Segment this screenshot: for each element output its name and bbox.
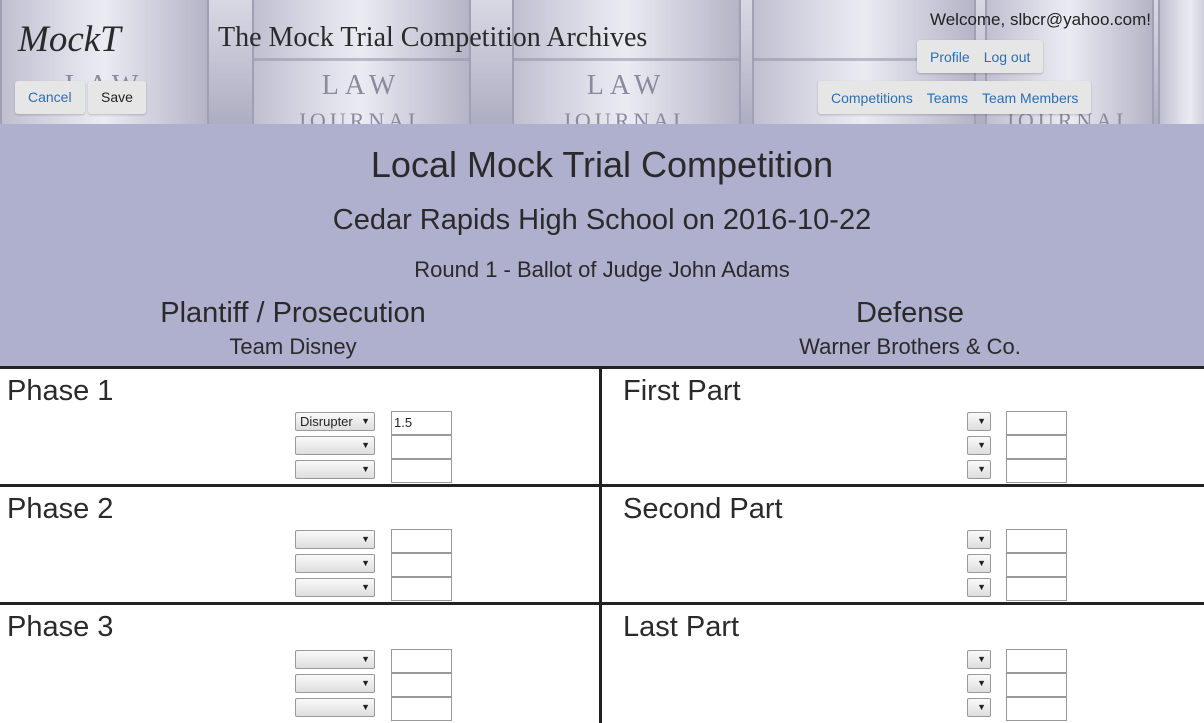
role-select[interactable]: ▼: [967, 650, 991, 669]
chevron-down-icon: ▼: [361, 558, 370, 568]
site-logo[interactable]: MockT: [18, 18, 121, 61]
nav-team-members[interactable]: Team Members: [975, 90, 1085, 106]
chevron-down-icon: ▼: [977, 558, 986, 568]
role-select[interactable]: ▼: [967, 436, 991, 455]
phase-2-cell: Phase 2 ▼ ▼ ▼: [0, 487, 599, 605]
part-label: First Part: [623, 375, 741, 407]
role-select[interactable]: ▼: [295, 530, 375, 549]
score-input[interactable]: [391, 459, 452, 483]
save-button[interactable]: Save: [88, 81, 146, 114]
role-select[interactable]: ▼: [967, 674, 991, 693]
chevron-down-icon: ▼: [361, 582, 370, 592]
score-input[interactable]: [1006, 697, 1067, 721]
score-input[interactable]: [391, 529, 452, 553]
role-select[interactable]: ▼: [295, 460, 375, 479]
welcome-message: Welcome, slbcr@yahoo.com!: [929, 10, 1151, 29]
main-nav: Competitions Teams Team Members: [818, 81, 1092, 114]
chevron-down-icon: ▼: [977, 416, 986, 426]
phase-3-cell: Phase 3 ▼ ▼ ▼: [0, 605, 599, 723]
score-input[interactable]: [391, 553, 452, 577]
chevron-down-icon: ▼: [977, 582, 986, 592]
plaintiff-role: Plantiff / Prosecution: [160, 297, 426, 329]
role-select[interactable]: ▼: [967, 530, 991, 549]
chevron-down-icon: ▼: [361, 702, 370, 712]
chevron-down-icon: ▼: [977, 654, 986, 664]
logout-link[interactable]: Log out: [977, 49, 1038, 65]
score-input[interactable]: [1006, 411, 1067, 435]
score-input[interactable]: [1006, 553, 1067, 577]
part-label: Last Part: [623, 611, 740, 643]
role-select[interactable]: ▼: [295, 698, 375, 717]
competition-banner: Local Mock Trial Competition Cedar Rapid…: [0, 124, 1204, 366]
role-select[interactable]: ▼: [967, 554, 991, 573]
phase-label: Phase 1: [7, 375, 114, 407]
user-menu: Profile Log out: [917, 40, 1044, 73]
chevron-down-icon: ▼: [977, 678, 986, 688]
score-input[interactable]: [391, 697, 452, 721]
role-select[interactable]: ▼: [967, 412, 991, 431]
phase-1-cell: Phase 1 Disrupter ▼ 1.5 ▼ ▼: [0, 369, 599, 487]
score-input[interactable]: [391, 673, 452, 697]
score-input[interactable]: [1006, 435, 1067, 459]
chevron-down-icon: ▼: [977, 702, 986, 712]
score-input[interactable]: [391, 649, 452, 673]
phase-label: Phase 3: [7, 611, 114, 643]
role-select[interactable]: ▼: [967, 578, 991, 597]
round-judge-line: Round 1 - Ballot of Judge John Adams: [414, 257, 790, 282]
defense-team: Warner Brothers & Co.: [799, 334, 1021, 359]
score-input[interactable]: [1006, 577, 1067, 601]
score-input[interactable]: [391, 435, 452, 459]
part-label: Second Part: [623, 493, 783, 525]
nav-competitions[interactable]: Competitions: [824, 90, 920, 106]
second-part-cell: Second Part ▼ ▼ ▼: [602, 487, 1204, 605]
site-title: The Mock Trial Competition Archives: [218, 22, 648, 53]
role-select[interactable]: ▼: [295, 578, 375, 597]
chevron-down-icon: ▼: [361, 534, 370, 544]
school-and-date: Cedar Rapids High School on 2016-10-22: [332, 204, 872, 236]
chevron-down-icon: ▼: [361, 464, 370, 474]
nav-teams[interactable]: Teams: [920, 90, 975, 106]
role-select[interactable]: ▼: [967, 698, 991, 717]
chevron-down-icon: ▼: [977, 464, 986, 474]
score-input[interactable]: [1006, 673, 1067, 697]
site-header: LAW LAW JOURNAL LAW JOURNAL JOURNAL Mock…: [0, 0, 1204, 124]
competition-title: Local Mock Trial Competition: [370, 144, 834, 185]
cancel-button[interactable]: Cancel: [15, 81, 85, 114]
phase-label: Phase 2: [7, 493, 114, 525]
score-input[interactable]: [391, 577, 452, 601]
plaintiff-header: Plantiff / Prosecution Team Disney: [0, 297, 593, 360]
profile-link[interactable]: Profile: [923, 49, 977, 65]
plaintiff-team: Team Disney: [229, 334, 357, 359]
score-input[interactable]: [1006, 649, 1067, 673]
chevron-down-icon: ▼: [361, 440, 370, 450]
role-select[interactable]: ▼: [295, 554, 375, 573]
score-input[interactable]: 1.5: [391, 411, 452, 435]
chevron-down-icon: ▼: [977, 534, 986, 544]
chevron-down-icon: ▼: [977, 440, 986, 450]
score-input[interactable]: [1006, 459, 1067, 483]
chevron-down-icon: ▼: [361, 416, 370, 426]
score-input[interactable]: [1006, 529, 1067, 553]
role-select[interactable]: Disrupter ▼: [295, 412, 375, 431]
role-select[interactable]: ▼: [295, 436, 375, 455]
chevron-down-icon: ▼: [361, 678, 370, 688]
role-select[interactable]: ▼: [295, 674, 375, 693]
defense-role: Defense: [855, 297, 964, 329]
chevron-down-icon: ▼: [361, 654, 370, 664]
defense-header: Defense Warner Brothers & Co.: [610, 297, 1204, 360]
role-select[interactable]: ▼: [295, 650, 375, 669]
last-part-cell: Last Part ▼ ▼ ▼: [602, 605, 1204, 723]
role-select[interactable]: ▼: [967, 460, 991, 479]
first-part-cell: First Part ▼ ▼ ▼: [602, 369, 1204, 487]
